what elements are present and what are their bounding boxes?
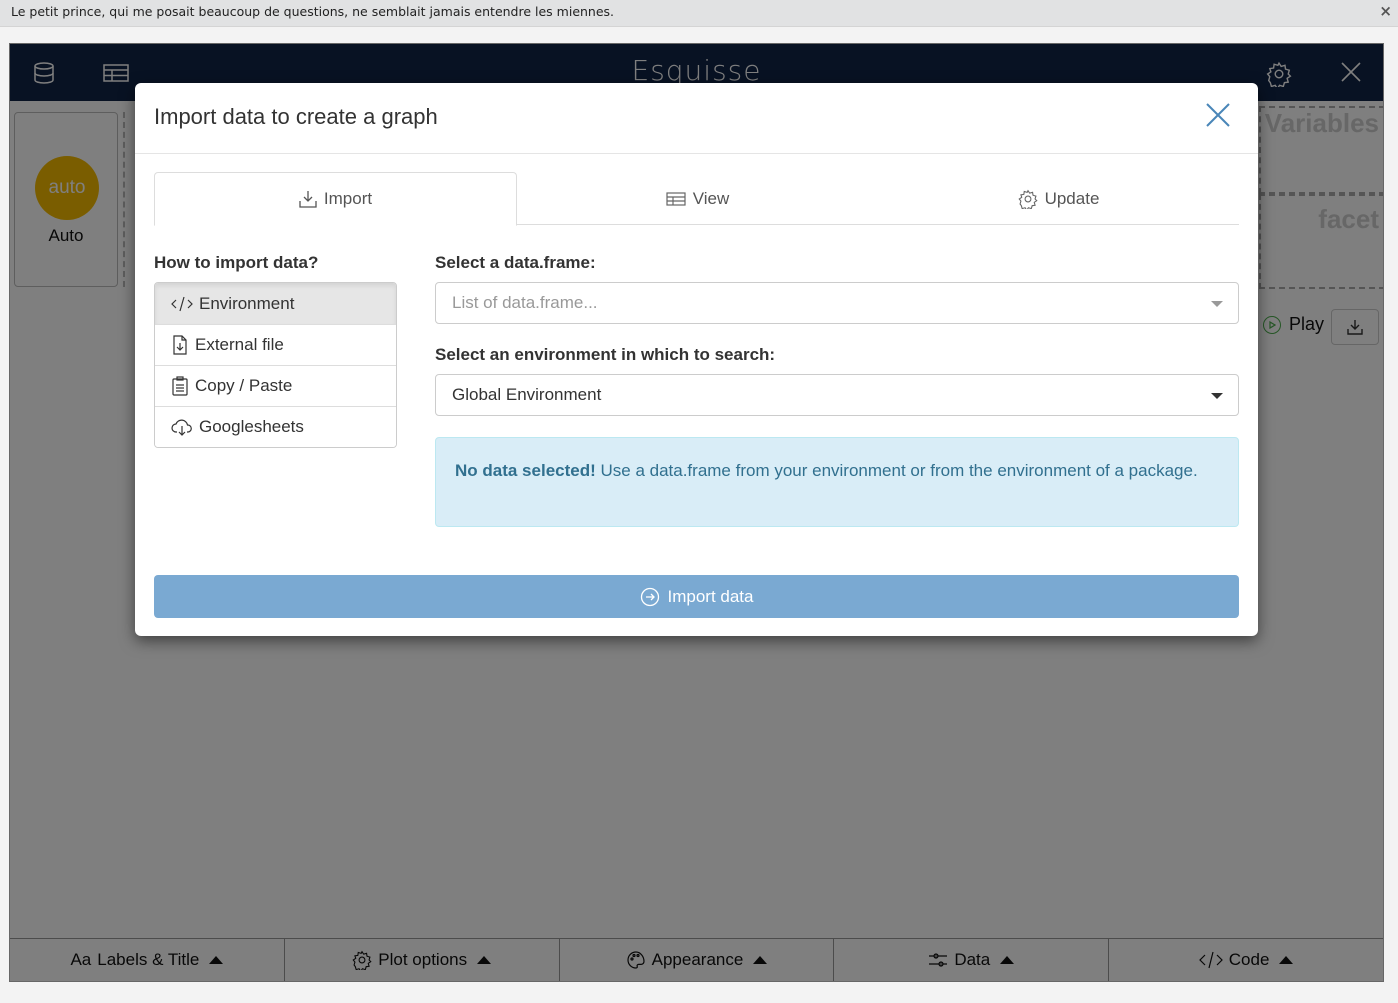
tab-label: View <box>692 188 730 208</box>
environment-panel: Select a data.frame: List of data.frame.… <box>435 253 1239 527</box>
method-label: External file <box>195 335 284 354</box>
import-method-list: Environment External file Copy / Paste G… <box>154 282 397 448</box>
import-data-button[interactable]: Import data <box>154 575 1239 618</box>
import-data-label: Import data <box>667 586 754 606</box>
how-to-import-label: How to import data? <box>154 253 319 272</box>
gear-icon <box>1018 189 1038 209</box>
method-googlesheets[interactable]: Googlesheets <box>155 406 396 447</box>
modal-header: Import data to create a graph <box>135 83 1258 154</box>
method-label: Googlesheets <box>199 417 304 436</box>
dataframe-select[interactable]: List of data.frame... <box>435 282 1239 324</box>
environment-select[interactable]: Global Environment <box>435 374 1239 416</box>
import-method-column: How to import data? Environment External… <box>154 253 397 448</box>
tab-view[interactable]: View <box>517 172 878 225</box>
no-data-alert: No data selected! Use a data.frame from … <box>435 437 1239 527</box>
environment-select-label: Select an environment in which to search… <box>435 345 776 364</box>
clipboard-icon <box>171 376 189 396</box>
alert-text: Use a data.frame from your environment o… <box>595 461 1198 480</box>
modal-close-button[interactable] <box>1204 101 1232 129</box>
method-label: Copy / Paste <box>195 376 293 395</box>
tab-label: Import <box>323 189 373 208</box>
method-external-file[interactable]: External file <box>155 324 396 365</box>
banner-text: Le petit prince, qui me posait beaucoup … <box>11 4 615 19</box>
dataframe-placeholder: List of data.frame... <box>452 293 598 312</box>
cloud-download-icon <box>171 418 193 436</box>
caret-down-icon <box>1211 301 1223 307</box>
download-icon <box>299 190 317 208</box>
banner-close-button[interactable]: × <box>1379 2 1392 20</box>
modal-title: Import data to create a graph <box>154 104 438 129</box>
method-copy-paste[interactable]: Copy / Paste <box>155 365 396 406</box>
tab-import[interactable]: Import <box>154 172 517 226</box>
alert-strong: No data selected! <box>455 461 596 480</box>
code-icon <box>171 296 193 312</box>
modal-tabs: Import View Update <box>154 172 1239 226</box>
table-icon <box>666 191 686 207</box>
tab-update[interactable]: Update <box>878 172 1239 225</box>
import-data-modal: Import data to create a graph Import Vie… <box>135 83 1258 636</box>
file-import-icon <box>171 335 189 355</box>
arrow-circle-right-icon <box>640 587 660 607</box>
message-banner: Le petit prince, qui me posait beaucoup … <box>0 0 1398 27</box>
method-label: Environment <box>199 293 295 313</box>
dataframe-select-label: Select a data.frame: <box>435 253 596 272</box>
method-environment[interactable]: Environment <box>155 283 396 324</box>
caret-down-icon <box>1211 393 1223 399</box>
environment-value: Global Environment <box>452 385 602 404</box>
tab-label: Update <box>1044 188 1100 208</box>
